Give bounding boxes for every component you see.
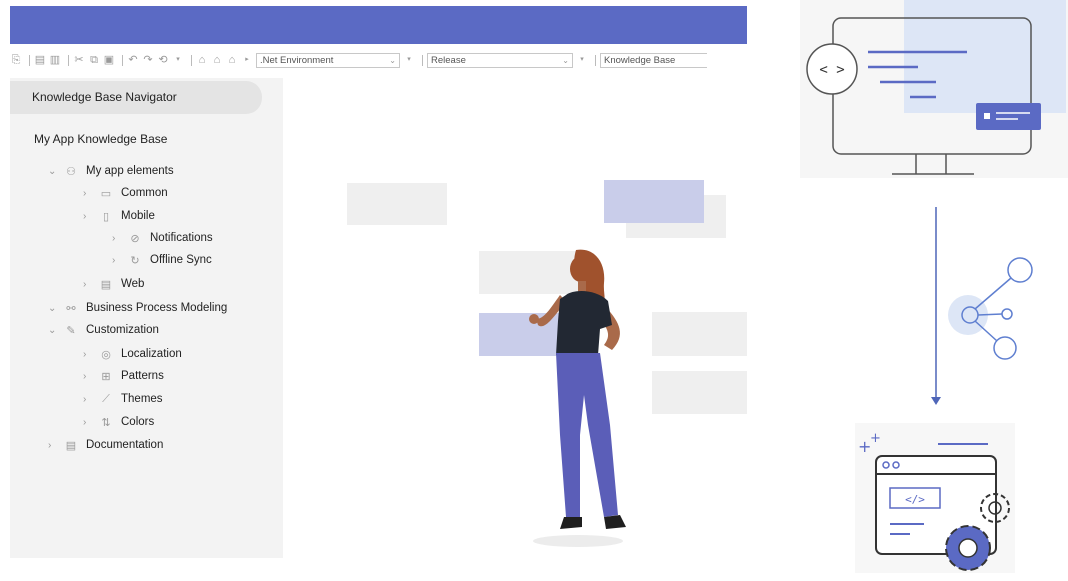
chevron-right-icon[interactable]: › xyxy=(83,279,93,290)
new-file-icon[interactable]: ⎘ xyxy=(10,54,22,66)
chevron-right-icon[interactable]: › xyxy=(48,440,58,451)
tree-item-offline-sync[interactable]: › ↻ Offline Sync xyxy=(112,251,212,269)
chevron-right-icon[interactable]: › xyxy=(83,371,93,382)
placeholder-block xyxy=(347,183,447,225)
monitor-illustration: < > xyxy=(800,0,1068,178)
tree-item-documentation[interactable]: › ▤ Documentation xyxy=(48,436,163,454)
document-icon: ▤ xyxy=(65,439,77,452)
configuration-value: Release xyxy=(431,54,466,66)
tree-item-label: Colors xyxy=(121,416,155,428)
tree-item-common[interactable]: › ▭ Common xyxy=(83,184,168,202)
build-icon[interactable]: ⌂ xyxy=(196,54,208,66)
chevron-right-icon[interactable]: › xyxy=(83,349,93,360)
grid-icon: ⊞ xyxy=(101,370,111,383)
placeholder-block xyxy=(652,312,747,356)
tree-item-label: Themes xyxy=(121,393,163,405)
chevron-down-icon[interactable]: ⌄ xyxy=(48,166,58,177)
tree-item-mobile[interactable]: › ▯ Mobile xyxy=(83,207,155,225)
tree-item-business-process-modeling[interactable]: ⌄ ⚯ Business Process Modeling xyxy=(48,299,227,317)
tree-item-label: Mobile xyxy=(121,210,155,222)
build-all-icon[interactable]: ⌂ xyxy=(211,54,223,66)
placeholder-block-highlighted xyxy=(604,180,704,223)
tree-item-my-app-elements[interactable]: ⌄ ⚇ My app elements xyxy=(48,162,174,180)
pencil-icon: ✎ xyxy=(66,324,76,337)
tree-item-label: Business Process Modeling xyxy=(86,302,228,314)
knowledge-base-value: Knowledge Base xyxy=(604,54,676,66)
mobile-icon: ▯ xyxy=(102,210,110,223)
chevron-down-icon: ⌄ xyxy=(389,55,396,65)
app-elements-icon: ⚇ xyxy=(66,165,76,178)
location-icon: ◎ xyxy=(101,348,111,361)
tree-item-label: Customization xyxy=(86,324,159,336)
chevron-down-icon: ⌄ xyxy=(562,55,569,65)
chevron-right-icon[interactable]: › xyxy=(83,417,93,428)
code-symbol: < > xyxy=(819,62,844,78)
svg-text:</>: </> xyxy=(905,493,925,506)
save-all-icon[interactable]: ▥ xyxy=(49,54,61,66)
dropdown-arrow-icon[interactable]: ▸ xyxy=(241,54,253,66)
tree-item-localization[interactable]: › ◎ Localization xyxy=(83,345,182,363)
title-bar xyxy=(10,6,747,44)
tree-item-notifications[interactable]: › ⊘ Notifications xyxy=(112,229,213,247)
toolbar-divider xyxy=(422,54,423,66)
undo-icon[interactable]: ↶ xyxy=(127,54,139,66)
chevron-right-icon[interactable]: › xyxy=(83,394,93,405)
knowledge-base-select[interactable]: Knowledge Base xyxy=(600,52,707,68)
toolbar-divider xyxy=(68,54,69,66)
chevron-right-icon[interactable]: › xyxy=(83,211,93,222)
environment-select[interactable]: .Net Environment ⌄ xyxy=(256,52,400,68)
chevron-down-icon[interactable]: ⌄ xyxy=(48,303,58,314)
dropdown-arrow-icon[interactable]: ▾ xyxy=(172,54,184,66)
toolbar-divider xyxy=(595,54,596,66)
save-icon[interactable]: ▤ xyxy=(34,54,46,66)
tree-item-label: Notifications xyxy=(150,232,213,244)
run-icon[interactable]: ⌂ xyxy=(226,54,238,66)
tree-item-web[interactable]: › ▤ Web xyxy=(83,275,144,293)
redo-icon[interactable]: ↷ xyxy=(142,54,154,66)
check-circle-icon: ⊘ xyxy=(130,232,140,245)
tree-item-patterns[interactable]: › ⊞ Patterns xyxy=(83,367,164,385)
folder-icon: ▭ xyxy=(100,187,112,200)
copy-icon[interactable]: ⧉ xyxy=(88,54,100,66)
tree-item-label: Documentation xyxy=(86,439,164,451)
paste-icon[interactable]: ▣ xyxy=(103,54,115,66)
environment-value: .Net Environment xyxy=(260,54,334,66)
configuration-select[interactable]: Release ⌄ xyxy=(427,52,573,68)
navigator-header[interactable]: Knowledge Base Navigator xyxy=(10,81,262,114)
sync-icon: ↻ xyxy=(130,254,140,267)
tree-item-themes[interactable]: › ⟋ Themes xyxy=(83,390,163,408)
color-sliders-icon: ⇅ xyxy=(101,416,111,429)
tree-item-label: Web xyxy=(121,278,145,290)
dropdown-arrow-icon[interactable]: ▾ xyxy=(403,54,415,66)
process-icon: ⚯ xyxy=(66,302,76,315)
network-share-icon xyxy=(948,257,1033,360)
web-icon: ▤ xyxy=(100,278,112,291)
placeholder-block xyxy=(652,371,747,414)
tree-item-customization[interactable]: ⌄ ✎ Customization xyxy=(48,321,159,339)
brush-icon: ⟋ xyxy=(102,392,110,405)
knowledge-base-navigator-panel xyxy=(10,78,283,558)
tree-item-label: Patterns xyxy=(121,370,164,382)
code-settings-illustration: + + </> xyxy=(855,423,1015,573)
tree-item-label: Offline Sync xyxy=(150,254,212,266)
knowledge-base-title[interactable]: My App Knowledge Base xyxy=(34,132,167,146)
svg-text:+: + xyxy=(870,431,881,446)
chevron-right-icon[interactable]: › xyxy=(83,188,93,199)
tree-item-label: My app elements xyxy=(86,165,174,177)
toolbar-divider xyxy=(29,54,30,66)
toolbar-divider xyxy=(191,54,192,66)
chevron-right-icon[interactable]: › xyxy=(112,255,122,266)
history-icon[interactable]: ⟲ xyxy=(157,54,169,66)
toolbar: ⎘ ▤ ▥ ✂ ⧉ ▣ ↶ ↷ ⟲ ▾ ⌂ ⌂ ⌂ ▸ .Net Environ… xyxy=(10,50,747,70)
toolbar-divider xyxy=(122,54,123,66)
chevron-right-icon[interactable]: › xyxy=(112,233,122,244)
tree-item-label: Common xyxy=(121,187,168,199)
cut-icon[interactable]: ✂ xyxy=(73,54,85,66)
dropdown-arrow-icon[interactable]: ▾ xyxy=(576,54,588,66)
down-arrow-icon xyxy=(931,207,941,405)
tree-item-colors[interactable]: › ⇅ Colors xyxy=(83,413,154,431)
person-illustration xyxy=(529,249,626,547)
tree-item-label: Localization xyxy=(121,348,182,360)
chevron-down-icon[interactable]: ⌄ xyxy=(48,325,58,336)
